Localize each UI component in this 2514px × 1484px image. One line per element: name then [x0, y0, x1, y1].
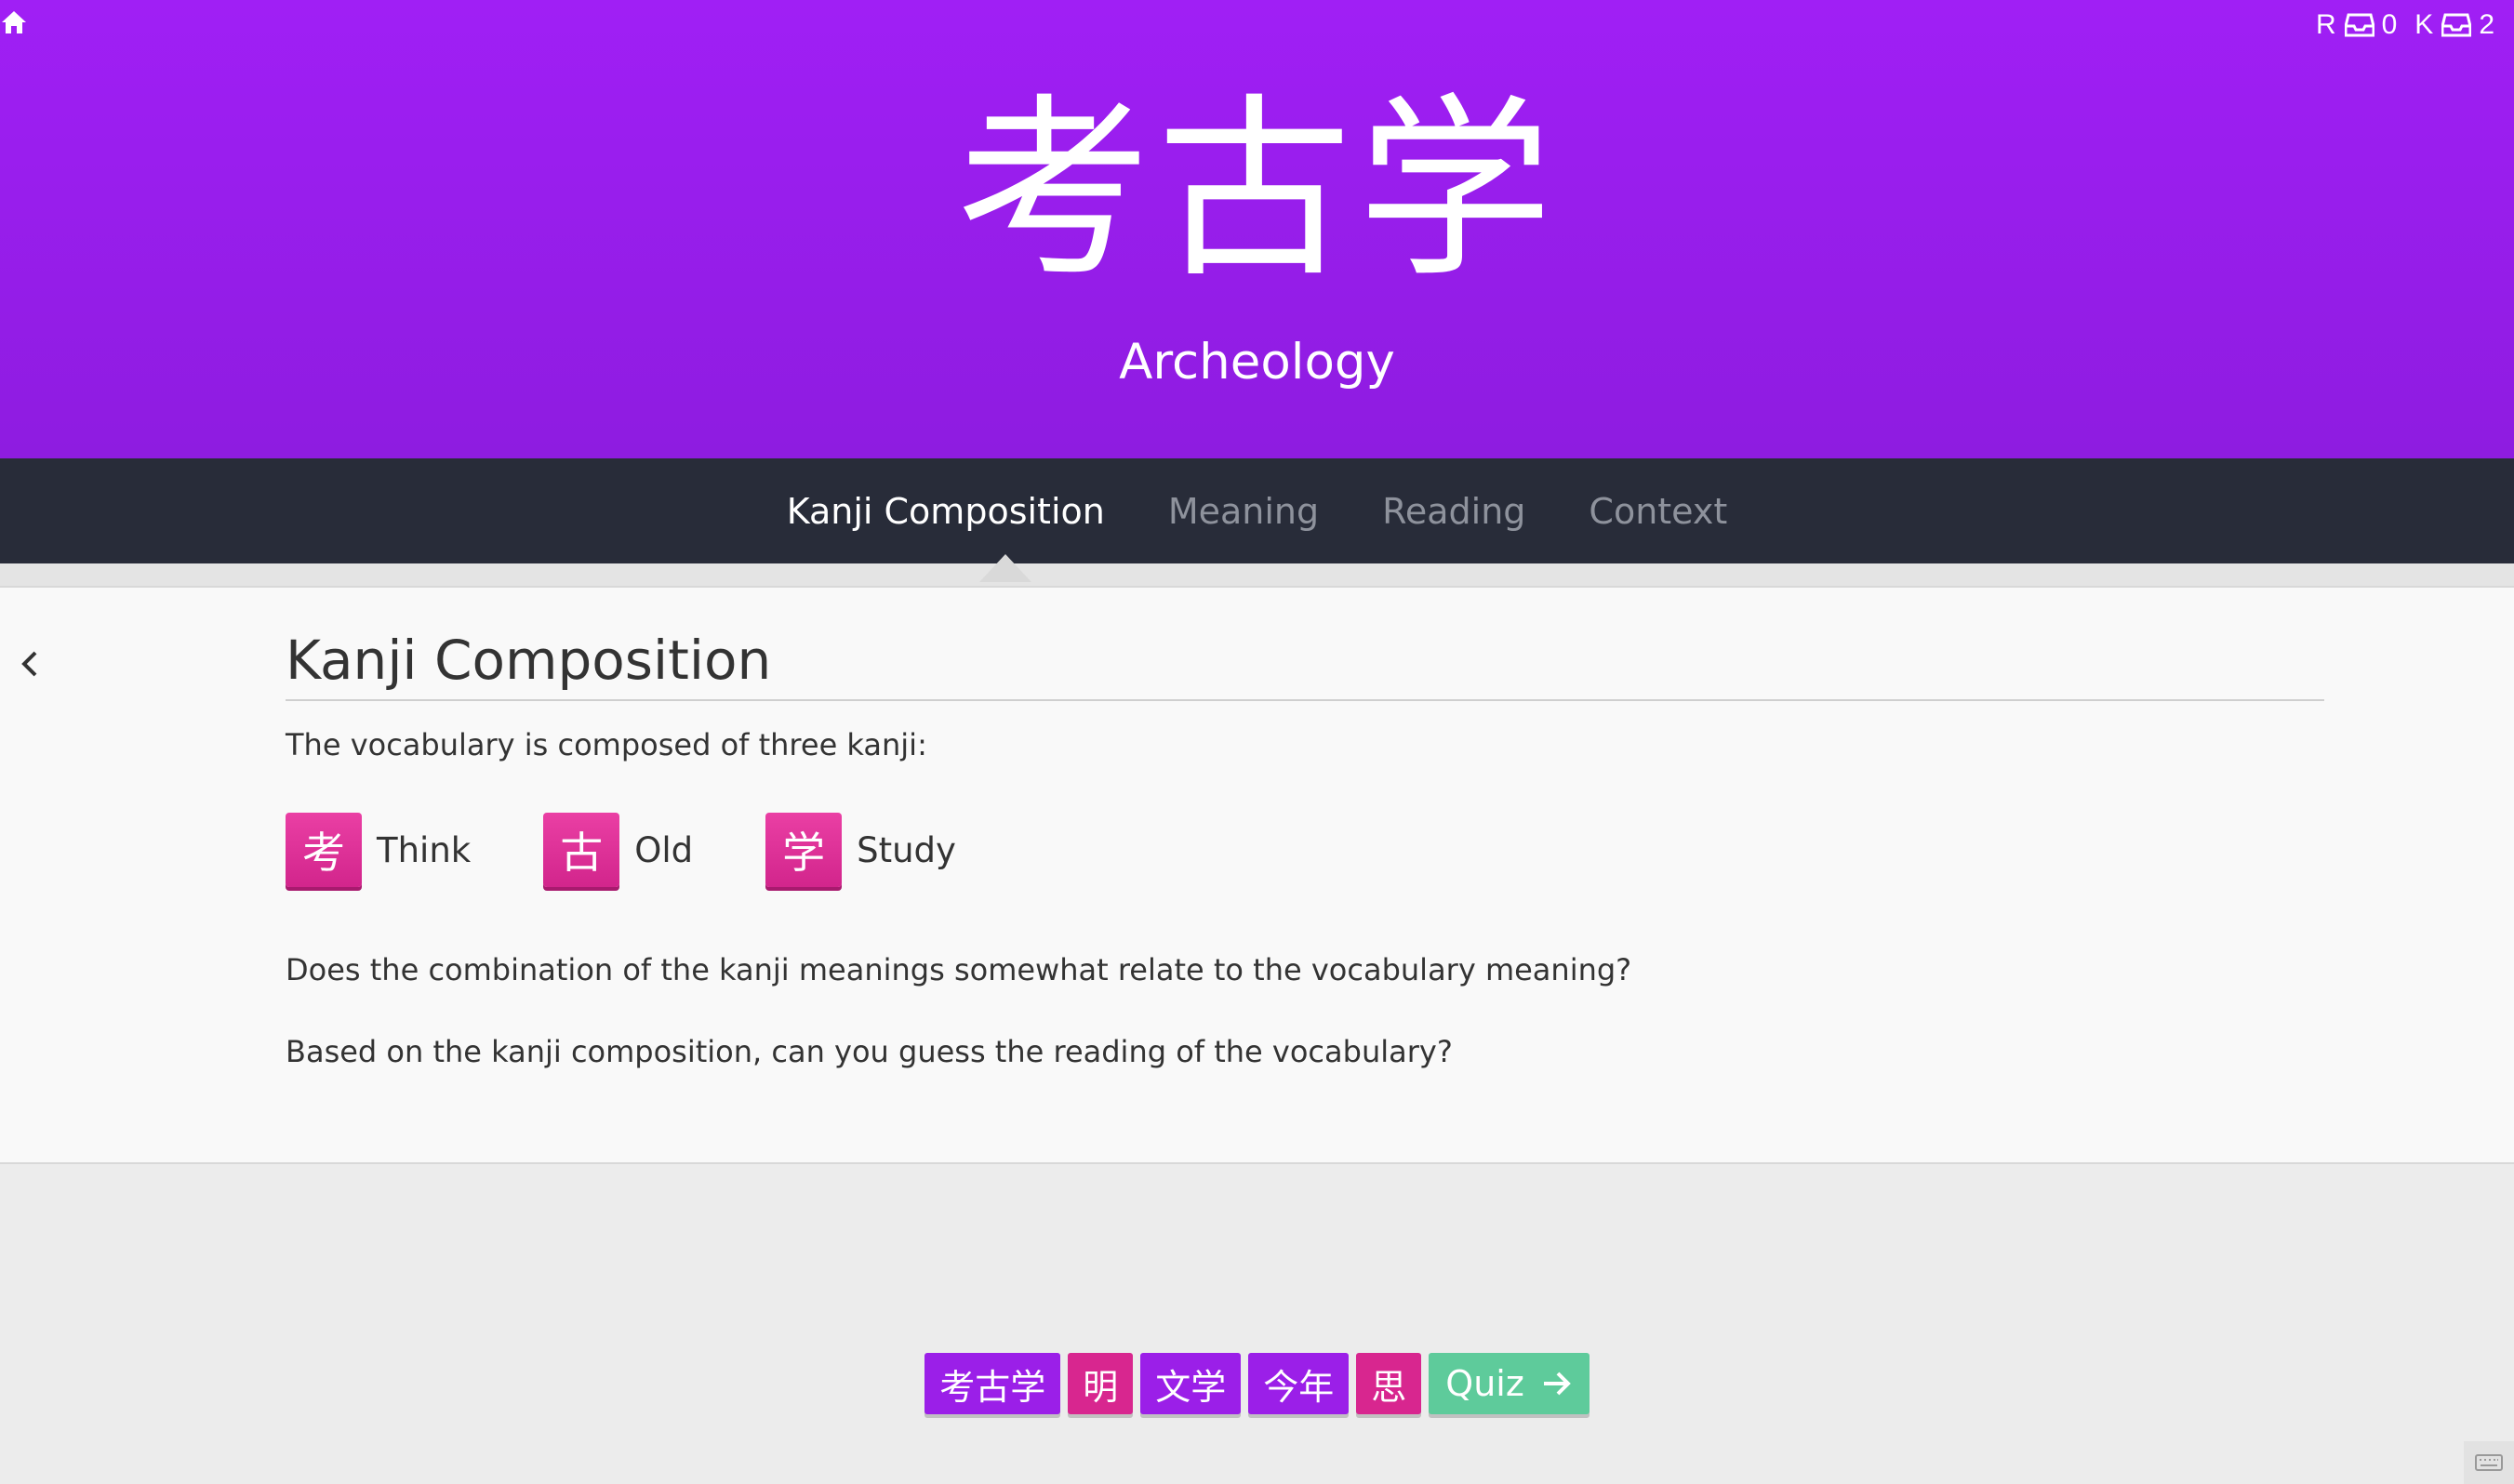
section-body: Kanji Composition The vocabulary is comp…	[286, 629, 2324, 1069]
counter-value: 0	[2381, 9, 2399, 40]
vocabulary-characters: 考古学	[955, 76, 1559, 304]
content-panel: Kanji Composition The vocabulary is comp…	[0, 586, 2514, 1164]
arrow-right-icon	[1543, 1371, 1571, 1396]
queue-item-vocabulary[interactable]: 今年	[1248, 1353, 1350, 1414]
question-reading: Based on the kanji composition, can you …	[286, 1034, 1453, 1069]
vocab-header: R 0 K 2 考古学 Archeology	[0, 0, 2514, 458]
kanji-meaning: Study	[857, 829, 956, 870]
queue-item-vocabulary[interactable]: 考古学	[924, 1353, 1061, 1414]
queue-item-kanji[interactable]: 思	[1356, 1353, 1422, 1414]
chevron-left-icon[interactable]	[13, 645, 45, 682]
nav-tabs: Kanji Composition Meaning Reading Contex…	[0, 458, 2514, 563]
tab-meaning[interactable]: Meaning	[1168, 491, 1319, 532]
kanji-meaning: Old	[634, 829, 694, 870]
kanji-meaning: Think	[377, 829, 472, 870]
inbox-icon	[2441, 13, 2472, 37]
kanji-item[interactable]: 学 Study	[765, 813, 956, 887]
review-counters: R 0 K 2	[2316, 9, 2495, 41]
question-meaning: Does the combination of the kanji meanin…	[286, 952, 1632, 987]
queue-item-vocabulary[interactable]: 文学	[1140, 1353, 1242, 1414]
counter-label: K	[2414, 9, 2435, 40]
quiz-label: Quiz	[1445, 1363, 1524, 1404]
counter-label: R	[2315, 9, 2337, 40]
kanji-badge[interactable]: 古	[543, 813, 620, 887]
kanji-badge[interactable]: 学	[765, 813, 843, 887]
lesson-queue: 考古学 明 文学 今年 思 Quiz	[0, 1353, 2514, 1414]
radical-counter[interactable]: R 0	[2316, 9, 2398, 41]
kanji-counter[interactable]: K 2	[2414, 9, 2495, 41]
active-tab-caret	[979, 554, 1031, 582]
kanji-item[interactable]: 考 Think	[286, 813, 471, 887]
kanji-list: 考 Think 古 Old 学 Study	[286, 813, 2324, 887]
inbox-icon	[2344, 13, 2374, 37]
keyboard-icon[interactable]	[2464, 1441, 2514, 1484]
tab-reading[interactable]: Reading	[1382, 491, 1525, 532]
composition-intro: The vocabulary is composed of three kanj…	[286, 727, 927, 762]
keyboard-glyph	[2475, 1454, 2503, 1471]
tab-context[interactable]: Context	[1589, 491, 1727, 532]
tab-kanji-composition[interactable]: Kanji Composition	[787, 491, 1105, 532]
kanji-item[interactable]: 古 Old	[543, 813, 693, 887]
lesson-nav: Kanji Composition Meaning Reading Contex…	[0, 458, 2514, 563]
counter-value: 2	[2479, 9, 2495, 40]
quiz-button[interactable]: Quiz	[1429, 1353, 1590, 1414]
vocabulary-meaning: Archeology	[1119, 334, 1395, 391]
home-icon[interactable]	[0, 8, 28, 36]
nav-divider	[0, 563, 2514, 586]
kanji-badge[interactable]: 考	[286, 813, 362, 887]
section-title: Kanji Composition	[286, 629, 2324, 701]
queue-item-kanji[interactable]: 明	[1068, 1353, 1134, 1414]
